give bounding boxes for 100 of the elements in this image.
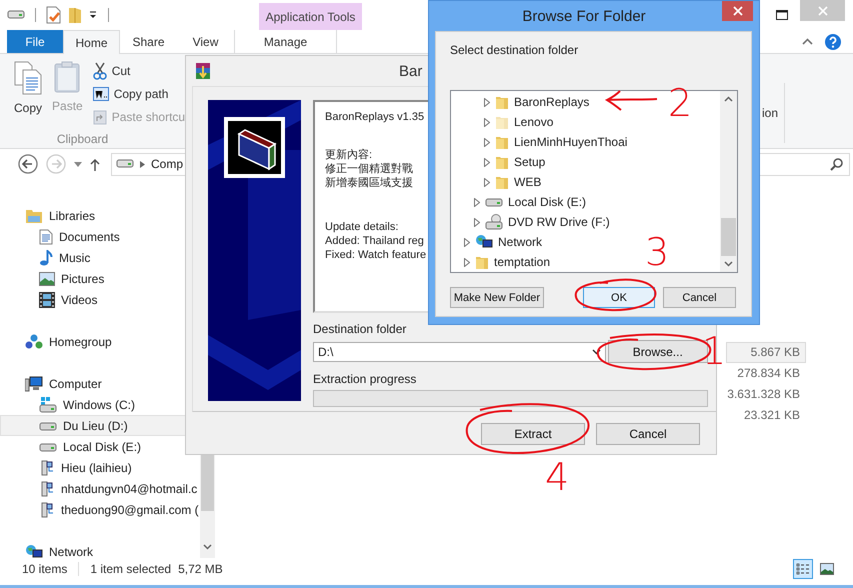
drive-icon: [116, 159, 134, 169]
libraries-icon: [25, 208, 43, 224]
nav-pane-item[interactable]: Libraries: [0, 205, 200, 226]
scroll-up-icon[interactable]: [724, 96, 733, 102]
tree-item[interactable]: Lenovo: [495, 114, 556, 130]
file-size-cell[interactable]: 278.834 KB: [726, 363, 806, 384]
destination-folder-field[interactable]: D:\: [313, 342, 606, 362]
file-tab[interactable]: File: [7, 30, 63, 53]
tree-item[interactable]: WEB: [495, 174, 544, 190]
recent-locations-icon[interactable]: [74, 162, 82, 166]
file-size-cell[interactable]: 3.631.328 KB: [726, 384, 806, 405]
expand-icon[interactable]: [484, 138, 490, 146]
expand-icon[interactable]: [464, 258, 470, 266]
details-list-icon: [796, 563, 810, 575]
nav-pane-item[interactable]: Network: [0, 541, 200, 558]
release-note-line: 新增泰國區域支援: [325, 176, 413, 190]
address-segment[interactable]: Comp: [151, 157, 184, 171]
caret-icon[interactable]: [88, 10, 98, 20]
release-note-line: 修正一個精選對戰: [325, 162, 413, 176]
network-icon: [475, 234, 493, 250]
tree-item[interactable]: Network: [475, 234, 546, 250]
copy-button[interactable]: Copy: [10, 59, 46, 132]
tree-item[interactable]: LienMinhHuyenThoai: [495, 134, 630, 150]
expand-icon[interactable]: [484, 178, 490, 186]
shortcut-icon: [92, 109, 107, 125]
clipboard-icon: [54, 61, 80, 93]
nav-pane-item[interactable]: Music: [0, 247, 200, 268]
nav-pane-item[interactable]: Local Disk (E:): [0, 436, 200, 457]
ribbon-group-label: Clipboard: [56, 132, 110, 146]
properties-icon[interactable]: [46, 6, 62, 24]
help-icon[interactable]: [825, 34, 841, 50]
ribbon-tab[interactable]: Manage: [234, 30, 337, 53]
up-icon[interactable]: [90, 158, 100, 170]
dialog-button[interactable]: Cancel: [596, 423, 700, 445]
tree-item[interactable]: Setup: [495, 154, 548, 170]
drive-icon: [39, 420, 57, 432]
close-button[interactable]: [722, 1, 753, 21]
dialog-button[interactable]: Make New Folder: [450, 287, 544, 308]
search-field[interactable]: [759, 152, 850, 176]
collapse-ribbon-icon[interactable]: [802, 38, 813, 45]
expand-icon[interactable]: [474, 198, 480, 206]
homegroup-icon: [25, 334, 43, 350]
dialog-title: Browse For Folder: [522, 8, 646, 24]
expand-icon[interactable]: [474, 218, 480, 226]
nav-pane-item[interactable]: Homegroup: [0, 331, 200, 352]
drive-icon: [7, 10, 25, 20]
dialog-button[interactable]: Cancel: [663, 287, 736, 308]
dialog-button[interactable]: OK: [583, 287, 655, 308]
windows-drive-icon: [39, 396, 57, 412]
drive-icon: [39, 440, 57, 452]
file-size-cell[interactable]: 5.867 KB: [726, 342, 806, 363]
expand-icon[interactable]: [484, 158, 490, 166]
box-logo-icon: [224, 117, 285, 178]
cut-button[interactable]: Cut: [90, 61, 188, 81]
maximize-icon[interactable]: [776, 10, 788, 20]
scroll-down-icon[interactable]: [724, 261, 733, 267]
tree-item[interactable]: temptation: [475, 254, 554, 270]
nav-pane-item[interactable]: Computer: [0, 373, 200, 394]
nav-pane-item[interactable]: Windows (C:): [0, 394, 200, 415]
network-drive-icon: [39, 460, 55, 476]
ribbon-button-label[interactable]: ion: [762, 83, 785, 143]
nav-pane-item[interactable]: Pictures: [0, 268, 200, 289]
network-drive-icon: [39, 502, 55, 518]
folder-icon: [495, 154, 509, 170]
dvd-drive-icon: [485, 214, 503, 230]
details-view-button[interactable]: [793, 559, 813, 579]
scroll-down-icon[interactable]: [203, 544, 212, 550]
release-note-line: BaronReplays v1.35: [325, 110, 424, 124]
selection-size: 5,72 MB: [178, 562, 223, 576]
field-label: Extraction progress: [313, 373, 418, 386]
browse-button[interactable]: Browse...: [608, 340, 708, 363]
expand-icon[interactable]: [484, 98, 490, 106]
nav-pane-item[interactable]: Videos: [0, 289, 200, 310]
tree-item[interactable]: Local Disk (E:): [485, 195, 590, 209]
release-note-line: Fixed: Watch feature: [325, 248, 426, 262]
nav-pane-item[interactable]: theduong90@gmail.com (: [0, 499, 200, 520]
tree-item[interactable]: DVD RW Drive (F:): [485, 214, 613, 230]
back-icon[interactable]: [18, 154, 38, 174]
release-note-line: Added: Thailand reg: [325, 234, 424, 248]
dialog-button[interactable]: Extract: [481, 423, 585, 445]
file-size-cell[interactable]: 23.321 KB: [726, 405, 806, 426]
dialog-prompt: Select destination folder: [450, 43, 580, 57]
expand-icon[interactable]: [464, 238, 470, 246]
ribbon-tab[interactable]: Home: [63, 30, 120, 54]
nav-pane-item[interactable]: nhatdungvn04@hotmail.c: [0, 478, 200, 499]
tree-item[interactable]: BaronReplays: [495, 94, 592, 110]
item-count: 10 items: [22, 562, 68, 576]
scissors-icon: [92, 62, 107, 80]
nav-pane-item[interactable]: Hieu (laihieu): [0, 457, 200, 478]
new-folder-icon[interactable]: [68, 6, 82, 24]
film-strip-icon: [39, 292, 55, 308]
archive-icon: [194, 62, 212, 80]
expand-icon[interactable]: [484, 118, 490, 126]
nav-pane-item[interactable]: Documents: [0, 226, 200, 247]
folder-icon: [475, 254, 489, 270]
annotation-number: 3: [645, 237, 670, 267]
scrollbar-thumb[interactable]: [721, 218, 736, 256]
close-icon: [818, 6, 828, 16]
close-icon: [732, 6, 742, 16]
release-note-line: Update details:: [325, 220, 398, 234]
